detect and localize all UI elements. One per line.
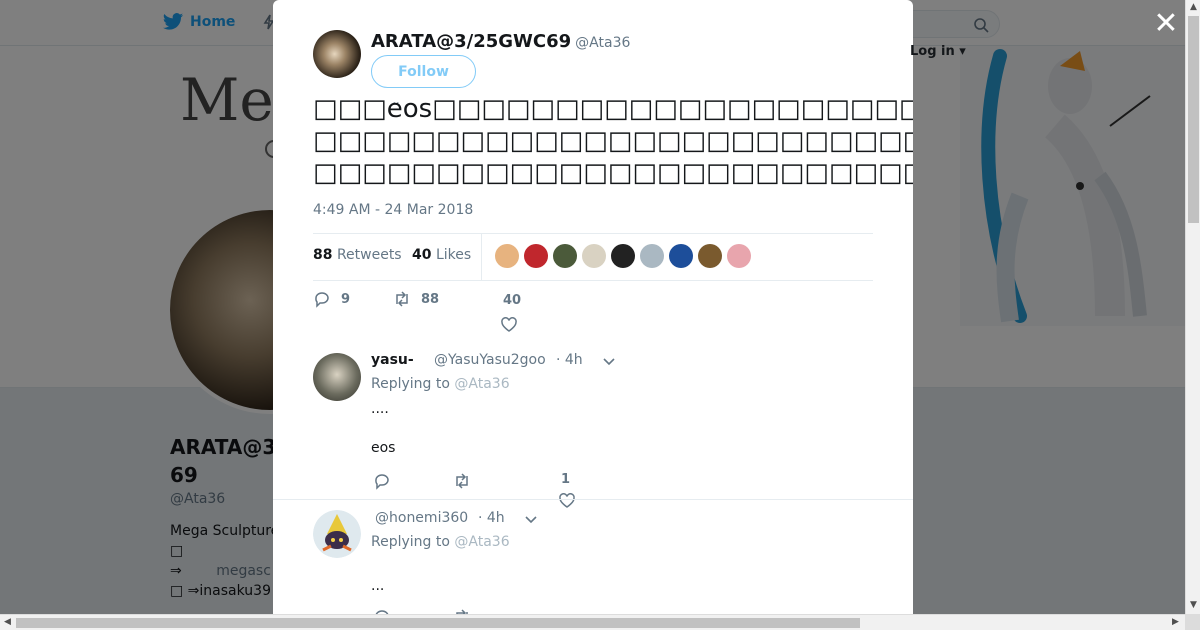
- liker-avatar[interactable]: [582, 244, 606, 268]
- replying-to: Replying to @Ata36: [371, 534, 510, 550]
- like-count: 40: [503, 293, 522, 308]
- reply-author-handle[interactable]: @YasuYasu2goo: [434, 352, 546, 368]
- reply-like-count: 1: [561, 472, 571, 487]
- reply-text: eos: [371, 440, 396, 456]
- tweet-line: □□□□□□□□□□□□□□□□□□□□□□□□□□□□□□□□□□□□: [313, 158, 913, 188]
- scroll-down-arrow-icon[interactable]: ▼: [1186, 598, 1200, 613]
- heart-icon[interactable]: [500, 316, 518, 334]
- liker-avatar[interactable]: [669, 244, 693, 268]
- author-avatar[interactable]: [313, 30, 361, 78]
- liker-avatar[interactable]: [553, 244, 577, 268]
- tweet-modal: ARATA@3/25GWC69 @Ata36 Follow ⌄ □□□eos□□□…: [273, 0, 913, 614]
- follow-button[interactable]: Follow: [371, 55, 476, 88]
- reply-avatar[interactable]: [313, 353, 361, 401]
- liker-avatar[interactable]: [640, 244, 664, 268]
- reply-author-name[interactable]: yasu-: [371, 352, 414, 368]
- reply-text: ...: [371, 578, 385, 594]
- retweet-icon: [396, 291, 408, 307]
- author-handle: @Ata36: [575, 35, 631, 51]
- reply-text: ....: [371, 401, 389, 417]
- tweet-actions: 9 88 40: [313, 290, 873, 332]
- liker-avatar[interactable]: [727, 244, 751, 268]
- reply-icon: [315, 292, 329, 308]
- retweets-stat[interactable]: 88 Retweets: [313, 247, 402, 263]
- scroll-up-arrow-icon[interactable]: ▲: [1186, 0, 1200, 15]
- replying-to: Replying to @Ata36: [371, 376, 510, 392]
- chevron-down-icon[interactable]: [603, 358, 615, 366]
- scroll-right-arrow-icon[interactable]: ▶: [1168, 615, 1183, 630]
- tweet-line: □□□□□□□□□□□□□□□□□□□□□□□□□□□□□□□□□□□□□□□□…: [313, 126, 913, 156]
- reply-avatar[interactable]: [313, 510, 361, 558]
- chevron-down-icon[interactable]: [525, 516, 537, 524]
- retweet-button[interactable]: 88: [393, 290, 439, 308]
- liker-avatar[interactable]: [611, 244, 635, 268]
- heart-icon[interactable]: [558, 492, 576, 510]
- tweet-timestamp[interactable]: 4:49 AM - 24 Mar 2018: [313, 202, 473, 218]
- stats-divider: [481, 234, 482, 280]
- likers-avatars: [495, 244, 756, 268]
- reply-author-handle[interactable]: @honemi360: [375, 510, 468, 526]
- horizontal-scrollbar[interactable]: ◀ ▶: [0, 614, 1185, 630]
- liker-avatar[interactable]: [524, 244, 548, 268]
- likes-stat[interactable]: 40 Likes: [412, 247, 471, 263]
- liker-avatar[interactable]: [698, 244, 722, 268]
- horizontal-scroll-thumb[interactable]: [16, 618, 860, 628]
- vertical-scrollbar[interactable]: ▲ ▼: [1185, 0, 1200, 614]
- author-name[interactable]: ARATA@3/25GWC69 @Ata36: [371, 31, 630, 52]
- retweet-icon[interactable]: [453, 472, 471, 490]
- reply-button[interactable]: 9: [313, 290, 350, 308]
- scrollbar-corner: [1185, 614, 1200, 630]
- reply-icon[interactable]: [373, 472, 391, 490]
- liker-avatar[interactable]: [495, 244, 519, 268]
- reply-time[interactable]: · 4h: [556, 352, 583, 368]
- reply-divider: [273, 499, 913, 500]
- vertical-scroll-thumb[interactable]: [1188, 16, 1199, 223]
- close-modal-button[interactable]: ✕: [1152, 9, 1180, 39]
- tweet-stats: 88 Retweets 40 Likes: [313, 233, 873, 281]
- tweet-line: □□□eos□□□□□□□□□□□□□□□□□□□□□□□□□□□□□□□□□□…: [313, 94, 913, 124]
- reply-time[interactable]: · 4h: [478, 510, 505, 526]
- login-link[interactable]: Log in ▾: [910, 44, 966, 59]
- tweet-text: □□□eos□□□□□□□□□□□□□□□□□□□□ □□□□□□□□□□□□□□…: [313, 93, 913, 189]
- scroll-left-arrow-icon[interactable]: ◀: [0, 615, 15, 630]
